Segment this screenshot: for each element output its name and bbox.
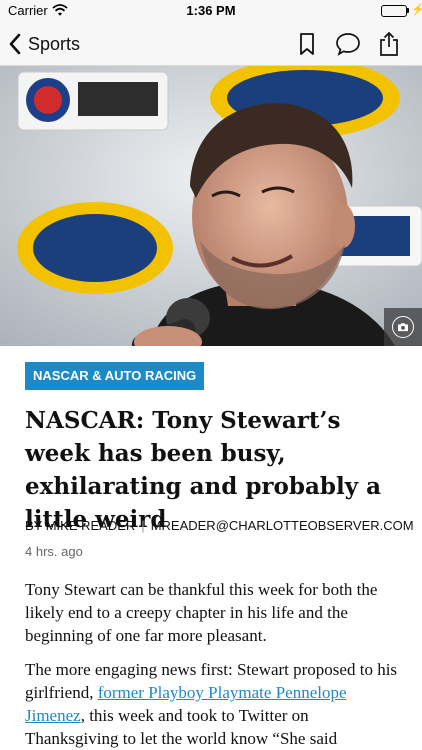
charging-bolt-icon: ⚡ xyxy=(411,4,422,16)
camera-icon xyxy=(392,316,414,338)
article-photo xyxy=(0,66,422,346)
byline-separator: | xyxy=(141,518,145,533)
back-button-label: Sports xyxy=(28,33,81,54)
article-headline: NASCAR: Tony Stewart’s week has been bus… xyxy=(25,407,381,533)
comment-icon[interactable] xyxy=(335,31,361,57)
byline: BY MIKE READER | MREADER@CHARLOTTEOBSERVER… xyxy=(25,518,414,533)
photo-gallery-button[interactable] xyxy=(384,308,422,346)
battery-cap xyxy=(407,8,409,13)
section-tag[interactable]: NASCAR & AUTO RACING xyxy=(25,362,205,390)
navigation-bar: Sports xyxy=(0,22,422,66)
back-button[interactable]: Sports xyxy=(8,30,80,58)
chevron-left-icon xyxy=(9,33,21,55)
share-icon[interactable] xyxy=(376,31,402,57)
status-time: 1:36 PM xyxy=(186,3,236,18)
article-paragraph-2: The more engaging news first: Stewart pr… xyxy=(25,658,405,750)
status-bar: Carrier 1:36 PM ⚡ xyxy=(0,0,422,22)
byline-author: BY MIKE READER xyxy=(25,518,136,533)
article-paragraph-1: Tony Stewart can be thankful this week f… xyxy=(25,580,378,645)
hero-image[interactable] xyxy=(0,66,422,346)
article-timestamp: 4 hrs. ago xyxy=(25,544,83,559)
author-email-link[interactable]: MREADER@CHARLOTTEOBSERVER.COM xyxy=(151,518,414,533)
battery-icon xyxy=(381,5,407,17)
bookmark-icon[interactable] xyxy=(294,31,320,57)
